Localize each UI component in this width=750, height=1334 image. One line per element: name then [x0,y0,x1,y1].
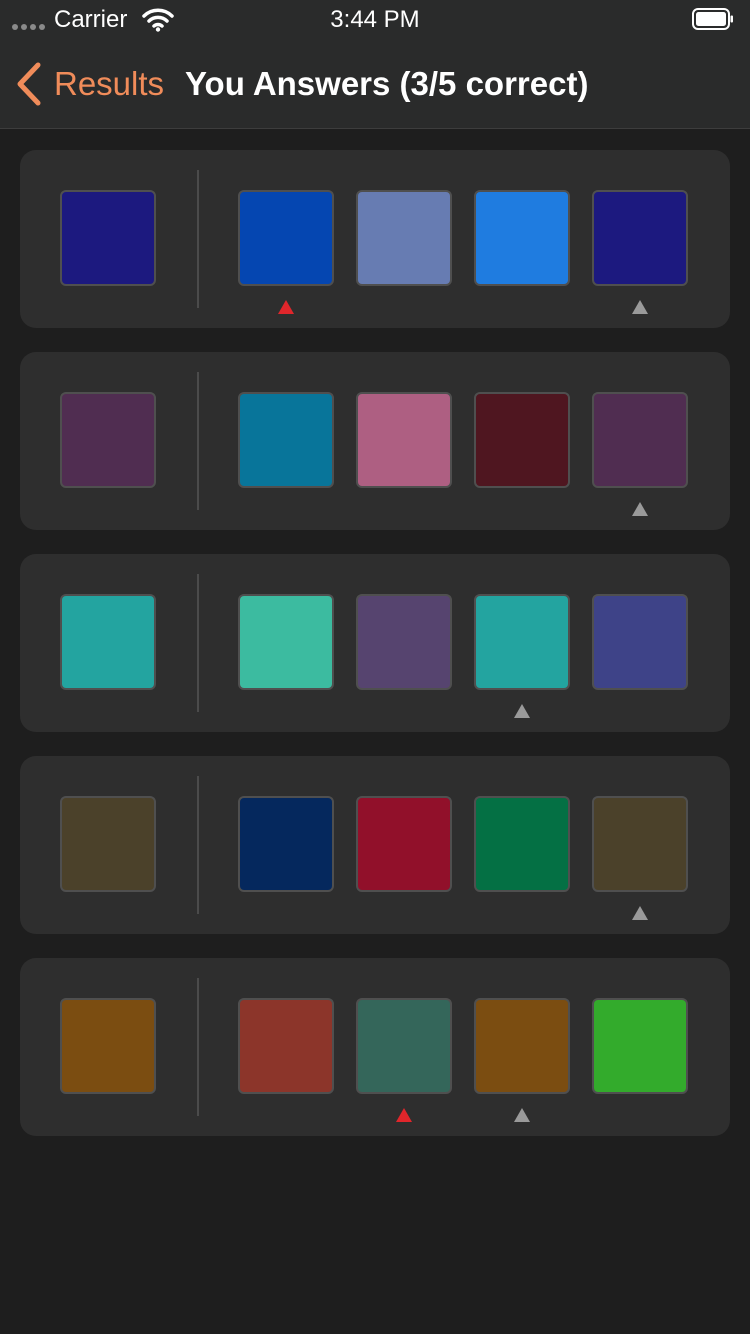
target-color-swatch [60,796,156,892]
status-bar: Carrier 3:44 PM [0,0,750,40]
wrong-answer-marker-icon [396,1108,412,1122]
page-title: You Answers (3/5 correct) [185,65,589,102]
battery-icon [692,8,733,30]
option-color-swatch [474,190,570,286]
correct-answer-marker-icon [632,906,648,920]
target-color-swatch [60,190,156,286]
navigation-bar: Results You Answers (3/5 correct) [0,40,750,129]
correct-answer-marker-icon [514,704,530,718]
option-color-swatch [356,190,452,286]
target-color-swatch [60,998,156,1094]
question-card [20,756,730,934]
option-color-swatch [356,796,452,892]
question-card [20,150,730,328]
wrong-answer-marker-icon [278,300,294,314]
divider [197,372,199,510]
option-color-swatch [592,392,688,488]
option-color-swatch [592,796,688,892]
option-color-swatch [474,392,570,488]
option-color-swatch [356,392,452,488]
option-color-swatch [238,796,334,892]
divider [197,776,199,914]
option-color-swatch [238,392,334,488]
chevron-left-icon [17,62,41,106]
target-color-swatch [60,594,156,690]
answers-list [20,150,730,1160]
option-color-swatch [238,998,334,1094]
option-color-swatch [356,998,452,1094]
divider [197,978,199,1116]
option-color-swatch [474,594,570,690]
option-color-swatch [238,594,334,690]
status-time: 3:44 PM [330,6,420,33]
correct-answer-marker-icon [632,300,648,314]
back-button[interactable]: Results [14,62,164,106]
option-color-swatch [238,190,334,286]
correct-answer-marker-icon [514,1108,530,1122]
correct-answer-marker-icon [632,502,648,516]
option-color-swatch [592,998,688,1094]
back-label: Results [54,65,165,102]
question-card [20,958,730,1136]
option-color-swatch [474,998,570,1094]
option-color-swatch [356,594,452,690]
option-color-swatch [592,190,688,286]
option-color-swatch [474,796,570,892]
target-color-swatch [60,392,156,488]
divider [197,574,199,712]
question-card [20,352,730,530]
question-card [20,554,730,732]
option-color-swatch [592,594,688,690]
divider [197,170,199,308]
